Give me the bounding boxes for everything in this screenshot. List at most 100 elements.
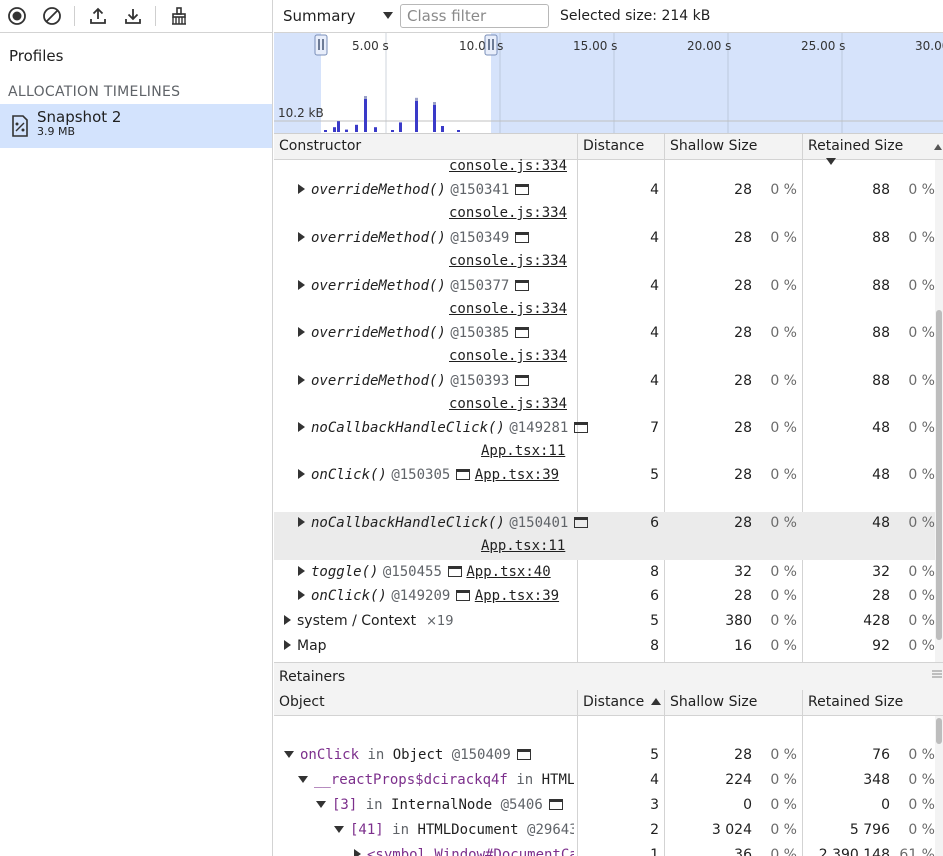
retained-size-column-header[interactable]: Retained Size — [803, 134, 933, 165]
expand-triangle-icon[interactable] — [298, 184, 305, 194]
retainer-in: in — [516, 772, 534, 788]
source-link[interactable]: console.js:334 — [449, 348, 567, 364]
expand-triangle-icon[interactable] — [354, 849, 361, 856]
table-row[interactable]: overrideMethod() @150385 console.js:334 4 2… — [274, 322, 943, 370]
load-profile-button[interactable] — [85, 3, 111, 29]
table-row[interactable]: onClick() @150305 App.tsx:39 5 28 0 % 48 0 % — [274, 464, 943, 488]
table-row[interactable]: [3] in InternalNode @5406 3 0 0 % 0 0 % — [274, 794, 943, 819]
timeline-left-handle[interactable] — [314, 34, 328, 56]
retainer-key: [3] — [332, 797, 358, 813]
source-link[interactable]: console.js:334 — [449, 253, 567, 269]
retained-size-cell: 2 390 148 — [818, 847, 890, 856]
class-filter-input[interactable] — [400, 4, 549, 28]
object-id: @150409 — [451, 747, 511, 763]
retained-size-label: Retained Size — [808, 138, 904, 154]
ret-shallow-column-header[interactable]: Shallow Size — [665, 690, 803, 715]
timeline-bar-cap — [364, 96, 367, 99]
clear-button[interactable] — [39, 3, 65, 29]
retained-size-cell: 88 — [872, 230, 890, 246]
source-link[interactable]: App.tsx:39 — [475, 588, 559, 604]
scroll-up-icon[interactable] — [934, 143, 942, 151]
table-row[interactable]: overrideMethod() @150341 console.js:334 4 2… — [274, 179, 943, 227]
drag-handle-icon[interactable] — [932, 670, 942, 678]
table-row[interactable]: <symbol Window#DocumentCa 1 36 0 % 2 390 14… — [274, 844, 943, 856]
retainers-scrollbar[interactable] — [935, 716, 943, 856]
source-link[interactable]: console.js:334 — [449, 396, 567, 412]
table-row[interactable]: __reactProps$dcirackq4f in HTMLB 4 224 0 %… — [274, 769, 943, 794]
timeline-bar — [333, 127, 336, 132]
timeline-bar-cap — [433, 102, 436, 105]
expand-triangle-icon[interactable] — [298, 566, 305, 576]
retained-size-cell: 88 — [872, 325, 890, 341]
expand-triangle-icon[interactable] — [298, 422, 305, 432]
table-row[interactable]: noCallbackHandleClick() @150401 App.tsx:1… — [274, 512, 943, 560]
record-button[interactable] — [4, 3, 30, 29]
object-column-header[interactable]: Object — [274, 690, 578, 715]
retainer-object: HTMLB — [541, 772, 574, 788]
window-icon — [515, 327, 530, 338]
expand-triangle-icon[interactable] — [298, 232, 305, 242]
retainer-key: <symbol Window#DocumentCa — [367, 847, 574, 856]
retainer-key: [41] — [350, 822, 384, 838]
ret-distance-column-header[interactable]: Distance — [578, 690, 665, 715]
distance-cell: 1 — [650, 847, 659, 856]
retained-size-cell: 88 — [872, 278, 890, 294]
allocation-timelines-heading: ALLOCATION TIMELINES — [8, 84, 181, 100]
expand-triangle-icon[interactable] — [298, 280, 305, 290]
table-row[interactable]: system / Context ×19 5 380 0 % 428 0 % — [274, 610, 943, 634]
expand-triangle-icon[interactable] — [298, 517, 305, 527]
expand-triangle-icon[interactable] — [298, 469, 305, 479]
table-row[interactable]: Map 8 16 0 % 92 0 % — [274, 635, 943, 659]
distance-cell: 6 — [650, 588, 659, 604]
table-row[interactable]: toggle() @150455 App.tsx:40 8 32 0 % 32 0 % — [274, 561, 943, 585]
table-row[interactable]: noCallbackHandleClick() @149281 App.tsx:1… — [274, 417, 943, 465]
shallow-pct-cell: 0 % — [770, 564, 797, 580]
collect-garbage-button[interactable] — [166, 3, 192, 29]
expand-triangle-icon[interactable] — [284, 751, 294, 758]
retainers-scrollbar-thumb[interactable] — [936, 718, 942, 744]
save-profile-button[interactable] — [120, 3, 146, 29]
distance-cell: 2 — [650, 822, 659, 838]
constructor-column-header[interactable]: Constructor — [274, 134, 578, 159]
table-row[interactable]: onClick() @149209 App.tsx:39 6 28 0 % 28 0 % — [274, 585, 943, 609]
source-link[interactable]: console.js:334 — [449, 158, 567, 174]
table-row[interactable]: [41] in HTMLDocument @29643 2 3 024 0 % 5 79… — [274, 819, 943, 844]
distance-cell: 8 — [650, 638, 659, 654]
expand-triangle-icon[interactable] — [284, 615, 291, 625]
expand-triangle-icon[interactable] — [298, 776, 308, 783]
allocation-timeline[interactable]: 5.00 s 10.00 s 15.00 s 20.00 s 25.00 s 3… — [274, 33, 943, 134]
download-icon — [125, 9, 141, 24]
ret-retained-column-header[interactable]: Retained Size — [803, 690, 933, 715]
grid-scrollbar-thumb[interactable] — [936, 310, 942, 640]
view-select[interactable]: Summary — [283, 7, 393, 25]
window-icon — [515, 184, 530, 195]
source-link[interactable]: App.tsx:39 — [475, 467, 559, 483]
table-row[interactable]: overrideMethod() @150377 console.js:334 4 2… — [274, 275, 943, 323]
shallow-pct-cell: 0 % — [770, 797, 797, 813]
expand-triangle-icon[interactable] — [334, 826, 344, 833]
distance-column-header[interactable]: Distance — [578, 134, 665, 159]
source-link[interactable]: App.tsx:11 — [481, 538, 565, 554]
retained-pct-cell: 0 % — [908, 613, 935, 629]
table-row[interactable]: overrideMethod() @150393 console.js:334 4 2… — [274, 370, 943, 418]
expand-triangle-icon[interactable] — [298, 327, 305, 337]
source-link[interactable]: console.js:334 — [449, 205, 567, 221]
expand-triangle-icon[interactable] — [316, 801, 326, 808]
source-link[interactable]: App.tsx:11 — [481, 443, 565, 459]
source-link[interactable]: App.tsx:40 — [466, 564, 550, 580]
row-label: overrideMethod() @150377 — [298, 278, 530, 294]
expand-triangle-icon[interactable] — [298, 375, 305, 385]
grid-scrollbar[interactable] — [935, 160, 943, 662]
object-id: @150455 — [382, 564, 442, 580]
shallow-size-column-header[interactable]: Shallow Size — [665, 134, 803, 159]
source-link[interactable]: console.js:334 — [449, 301, 567, 317]
expand-triangle-icon[interactable] — [298, 590, 305, 600]
row-label: overrideMethod() @150393 — [298, 373, 530, 389]
timeline-right-handle[interactable] — [484, 34, 498, 56]
distance-cell: 4 — [650, 325, 659, 341]
shallow-size-cell: 16 — [734, 638, 752, 654]
snapshot-item[interactable]: Snapshot 2 3.9 MB — [0, 104, 272, 148]
table-row[interactable]: overrideMethod() @150349 console.js:334 4 2… — [274, 227, 943, 275]
table-row[interactable]: onClick in Object @150409 5 28 0 % 76 0 % — [274, 744, 943, 769]
expand-triangle-icon[interactable] — [284, 640, 291, 650]
